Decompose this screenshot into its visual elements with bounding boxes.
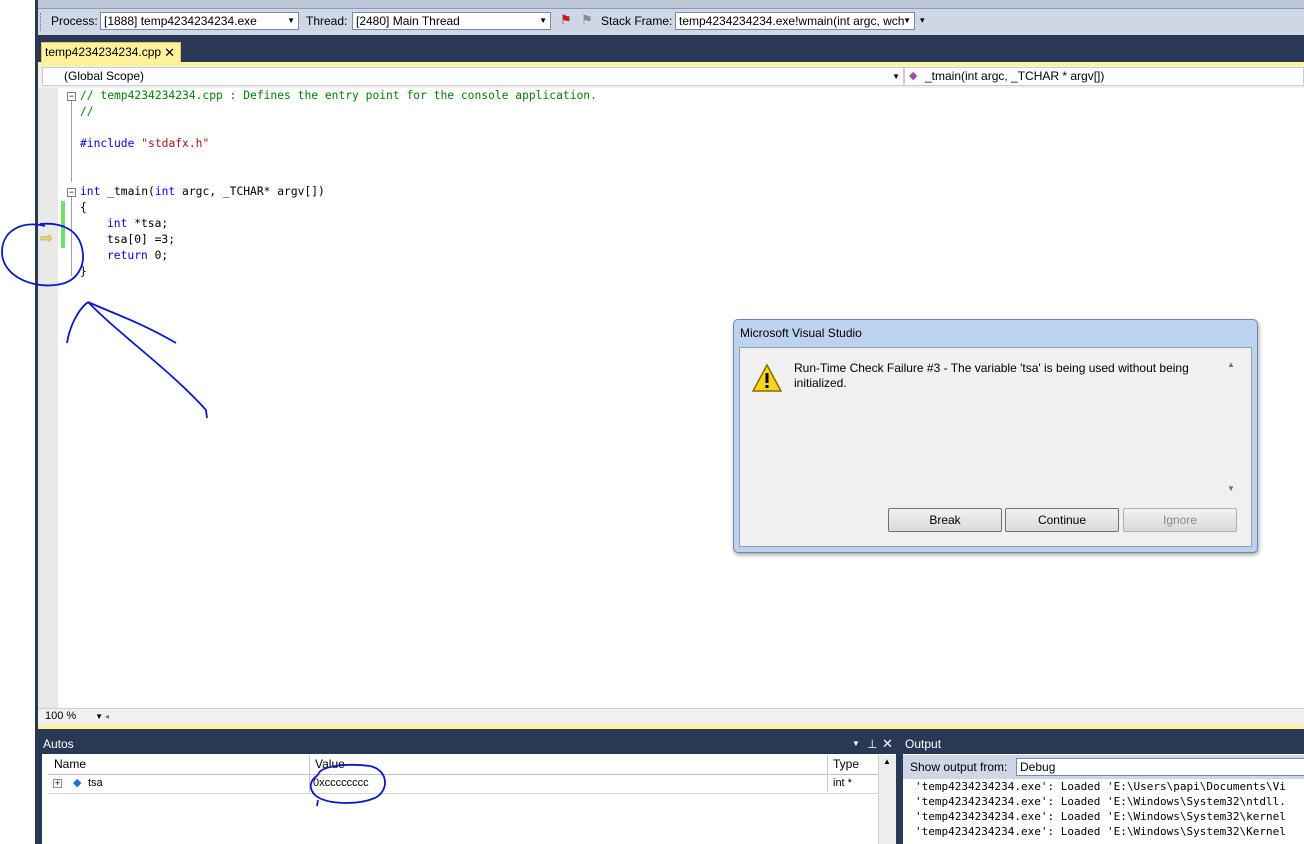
arrow-annotation bbox=[66, 301, 208, 419]
annotation-overlay bbox=[1, 222, 386, 807]
circle-annotation bbox=[1, 222, 84, 287]
circle-annotation bbox=[309, 763, 386, 807]
